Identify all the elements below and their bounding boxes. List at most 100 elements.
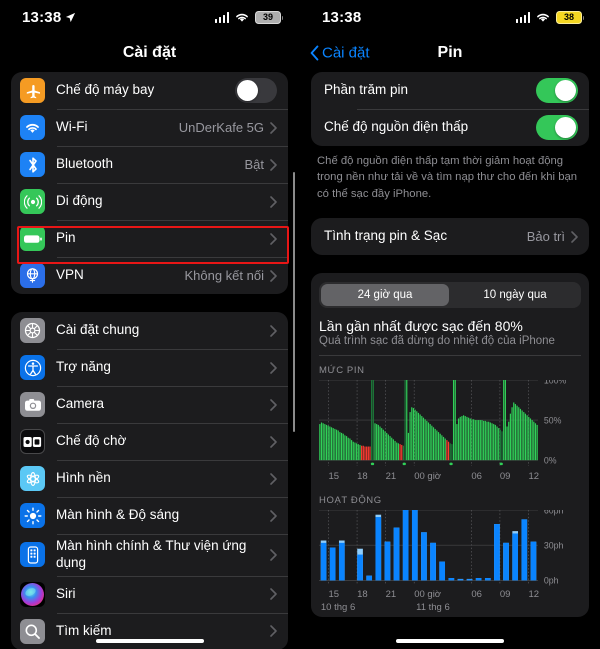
battery-level-bar — [366, 446, 368, 461]
sidebar-item-display-brightness[interactable]: Màn hình & Độ sáng — [11, 497, 288, 534]
battery-level-bar — [429, 424, 431, 461]
left-phone-settings-screen: 13:38 39 Cài đặt Chế độ máy bay Wi-Fi Un… — [0, 0, 300, 649]
toggle-knob — [237, 80, 258, 101]
right-scroll-area[interactable]: Phần trăm pin Chế độ nguồn điện thấp Chế… — [300, 72, 600, 618]
standby-icon — [20, 429, 45, 454]
battery-level-bar — [384, 431, 386, 461]
back-button[interactable]: Cài đặt — [310, 45, 370, 62]
sidebar-item-label: Camera — [56, 396, 105, 412]
x-tick-label: 00 giờ — [414, 589, 442, 601]
battery-percentage-row[interactable]: Phần trăm pin — [311, 72, 589, 109]
activity-chart-block: HOẠT ĐỘNG 0ph 30ph 60ph 15 18 21 00 giờ 06 09 12… — [311, 486, 589, 617]
left-scroll-area[interactable]: Chế độ máy bay Wi-Fi UnDerKafe 5G Blueto — [0, 72, 299, 649]
chevron-right-icon — [270, 324, 277, 337]
battery-level-bar — [352, 441, 354, 461]
x-tick-label: 21 — [385, 589, 397, 601]
sidebar-item-home-screen[interactable]: Màn hình chính & Thư viện ứng dụng — [11, 534, 288, 576]
battery-level-bar — [377, 425, 379, 461]
sidebar-item-cellular[interactable]: Di động — [11, 183, 288, 220]
battery-level-bar — [528, 416, 530, 461]
chevron-right-icon — [270, 625, 277, 638]
battery-level-bar — [501, 431, 503, 461]
battery-level-bar — [369, 446, 371, 461]
battery-level-bar — [379, 426, 381, 461]
battery-level-bar — [414, 409, 416, 461]
time-range-segmented-control[interactable]: 24 giờ qua 10 ngày qua — [311, 273, 589, 309]
activity-bar-screen-on — [384, 541, 391, 581]
left-nav-bar: Cài đặt — [0, 34, 299, 72]
segment-10-days[interactable]: 10 ngày qua — [451, 284, 579, 306]
battery-health-value: Bảo trì — [526, 229, 565, 245]
sidebar-item-vpn[interactable]: VPN Không kết nối — [11, 257, 288, 294]
status-time: 13:38 — [22, 8, 62, 26]
segmented-control[interactable]: 24 giờ qua 10 ngày qua — [319, 282, 581, 309]
day-label: 11 thg 6 — [416, 602, 450, 614]
battery-level-bar — [376, 424, 378, 461]
wifi-icon — [236, 13, 248, 22]
battery-level-bar — [337, 430, 339, 461]
y-tick-label: 0ph — [544, 576, 559, 586]
battery-health-row[interactable]: Tình trạng pin & Sạc Bảo trì — [311, 218, 589, 255]
settings-group-general: Cài đặt chung Trợ năng Camera Chế độ chờ… — [11, 312, 288, 649]
battery-level-bar — [320, 422, 323, 461]
low-power-mode-row[interactable]: Chế độ nguồn điện thấp — [311, 109, 589, 146]
battery-level-bar — [526, 415, 528, 461]
x-tick-label: 15 — [328, 589, 340, 601]
sidebar-item-wifi[interactable]: Wi-Fi UnDerKafe 5G — [11, 109, 288, 146]
left-status-time-group: 13:38 — [22, 9, 76, 26]
battery-status-badge: 39 — [255, 10, 283, 24]
sidebar-item-battery[interactable]: Pin — [11, 220, 288, 257]
activity-day-axis: 10 thg 6 11 thg 6 — [319, 602, 581, 615]
last-charge-title: Lần gần nhất được sạc đến 80% — [319, 318, 523, 335]
activity-bar-screen-on — [475, 578, 482, 581]
battery-level-bar — [503, 380, 505, 461]
activity-bar-screen-on — [484, 578, 491, 581]
x-tick-label: 09 — [499, 589, 511, 601]
battery-level-bar — [372, 380, 374, 461]
battery-level-bar — [486, 421, 488, 461]
sidebar-item-siri[interactable]: Siri — [11, 575, 288, 613]
activity-bar-screen-on — [430, 542, 436, 581]
battery-level-bar — [416, 411, 418, 461]
y-tick-label: 30ph — [544, 541, 564, 551]
sidebar-item-general[interactable]: Cài đặt chung — [11, 312, 288, 349]
sidebar-item-airplane-mode[interactable]: Chế độ máy bay — [11, 72, 288, 109]
battery-level-bar — [446, 440, 448, 461]
battery-level-bar — [489, 422, 491, 461]
battery-level-bar — [351, 440, 353, 461]
vpn-icon — [20, 263, 45, 288]
sidebar-item-value: Bật — [244, 157, 264, 172]
battery-level-bar — [504, 380, 506, 461]
segment-24-hours[interactable]: 24 giờ qua — [321, 284, 449, 307]
sidebar-item-wallpaper[interactable]: Hình nền — [11, 460, 288, 497]
battery-level-bar — [454, 380, 456, 461]
battery-level-bar — [374, 423, 376, 461]
activity-bar-screen-on — [457, 579, 464, 581]
battery-level-bar — [456, 424, 458, 461]
battery-level-bar — [330, 427, 333, 461]
chevron-right-icon — [270, 361, 277, 374]
chevron-right-icon — [270, 158, 277, 171]
battery-percentage-toggle[interactable] — [536, 78, 578, 103]
battery-level-bar — [496, 426, 498, 461]
activity-bar-screen-on — [402, 510, 409, 581]
wifi-icon — [537, 13, 549, 22]
sidebar-item-accessibility[interactable]: Trợ năng — [11, 349, 288, 386]
battery-level-bar — [397, 443, 399, 461]
battery-level-bar — [531, 420, 533, 461]
right-status-bar: 13:38 38 — [300, 0, 600, 34]
low-power-mode-toggle[interactable] — [536, 115, 578, 140]
y-tick-label: 0% — [544, 456, 557, 466]
scrollbar[interactable] — [292, 172, 295, 432]
sidebar-item-standby[interactable]: Chế độ chờ — [11, 423, 288, 460]
sidebar-item-bluetooth[interactable]: Bluetooth Bật — [11, 146, 288, 183]
battery-level-bar — [340, 433, 343, 461]
activity-bar-screen-on — [530, 541, 537, 581]
low-power-mode-label: Chế độ nguồn điện thấp — [324, 119, 469, 135]
battery-level-bar — [399, 444, 401, 461]
search-icon — [20, 618, 45, 644]
sidebar-item-search[interactable]: Tìm kiếm — [11, 612, 288, 649]
battery-level-bar — [412, 408, 415, 461]
sidebar-item-camera[interactable]: Camera — [11, 386, 288, 423]
airplane-mode-toggle[interactable] — [235, 78, 277, 103]
